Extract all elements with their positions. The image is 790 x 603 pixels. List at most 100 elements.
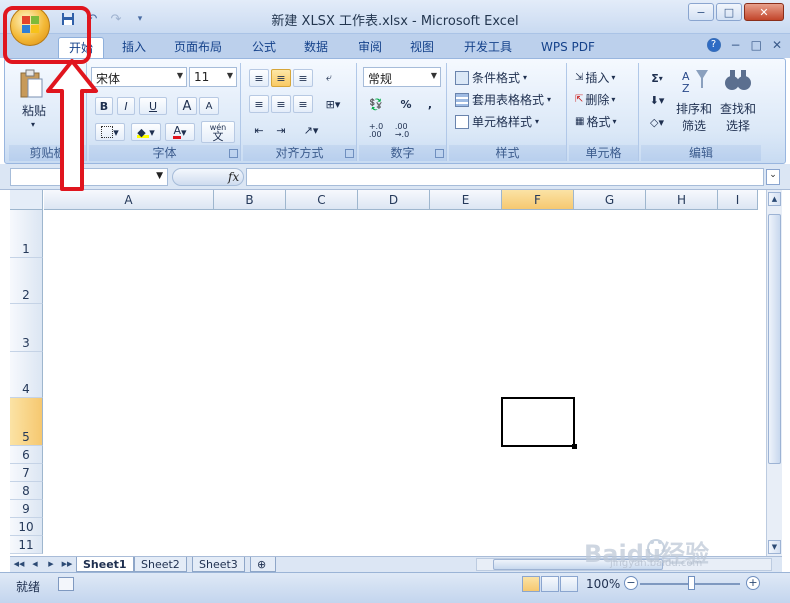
find-select-label[interactable]: 查找和 选择	[715, 101, 761, 135]
merge-center-icon[interactable]: ⊞▾	[319, 95, 347, 113]
column-header[interactable]: I	[718, 190, 758, 210]
row-header[interactable]: 9	[10, 500, 43, 518]
last-sheet-icon[interactable]: ▶▶	[60, 558, 74, 571]
delete-cells-button[interactable]: ⇱ 删除 ▾	[575, 91, 615, 108]
tab-wps-pdf[interactable]: WPS PDF	[531, 37, 605, 58]
font-size-select[interactable]: 11 ▼	[189, 67, 237, 87]
minimize-button[interactable]: −	[688, 3, 714, 21]
active-cell[interactable]	[501, 397, 575, 447]
zoom-slider-thumb[interactable]	[688, 576, 695, 590]
font-launcher-icon[interactable]	[229, 149, 238, 158]
column-header[interactable]: C	[286, 190, 358, 210]
font-color-button[interactable]: A ▾	[165, 123, 195, 141]
prev-sheet-icon[interactable]: ◀	[28, 558, 42, 571]
align-center-icon[interactable]: ≡	[271, 95, 291, 113]
decrease-indent-icon[interactable]: ⇤	[249, 121, 269, 139]
clear-icon[interactable]: ◇▾	[645, 113, 669, 131]
wrap-text-icon[interactable]: ⤶	[319, 69, 339, 87]
page-break-view-icon[interactable]	[560, 576, 578, 592]
row-header[interactable]: 4	[10, 352, 43, 398]
row-header[interactable]: 6	[10, 446, 43, 464]
insert-sheet-icon[interactable]: ⊕	[250, 557, 276, 572]
horizontal-scroll-thumb[interactable]	[493, 559, 663, 570]
ribbon-minimize-button[interactable]: −	[731, 38, 741, 52]
sheet-tab-sheet2[interactable]: Sheet2	[134, 557, 187, 572]
ribbon-close-button[interactable]: ✕	[772, 38, 782, 52]
row-header[interactable]: 3	[10, 304, 43, 352]
row-header[interactable]: 5	[10, 398, 43, 446]
chevron-down-icon[interactable]: ▼	[156, 171, 163, 181]
paste-dropdown-icon[interactable]: ▾	[27, 119, 39, 129]
grow-font-button[interactable]: A	[177, 97, 197, 115]
italic-button[interactable]: I	[117, 97, 135, 115]
number-format-select[interactable]: 常规 ▼	[363, 67, 441, 87]
fill-icon[interactable]: ⬇▾	[645, 91, 669, 109]
zoom-in-icon[interactable]: +	[746, 576, 760, 590]
normal-view-icon[interactable]	[522, 576, 540, 592]
zoom-level[interactable]: 100%	[586, 577, 620, 591]
paste-icon[interactable]	[17, 67, 45, 101]
formula-input[interactable]	[246, 168, 764, 186]
sort-filter-label[interactable]: 排序和 筛选	[671, 101, 717, 135]
sheet-tab-sheet1[interactable]: Sheet1	[76, 557, 134, 572]
column-header[interactable]: H	[646, 190, 718, 210]
help-icon[interactable]: ?	[706, 38, 721, 52]
align-left-icon[interactable]: ≡	[249, 95, 269, 113]
page-layout-view-icon[interactable]	[541, 576, 559, 592]
ribbon-restore-button[interactable]: □	[751, 38, 762, 52]
tab-review[interactable]: 审阅	[348, 37, 392, 58]
conditional-formatting-button[interactable]: 条件格式 ▾	[455, 69, 527, 86]
underline-button[interactable]: U	[139, 97, 167, 115]
row-header[interactable]: 11	[10, 536, 43, 554]
tab-data[interactable]: 数据	[294, 37, 338, 58]
align-right-icon[interactable]: ≡	[293, 95, 313, 113]
row-header[interactable]: 1	[10, 210, 43, 258]
row-header[interactable]: 2	[10, 258, 43, 304]
row-header[interactable]: 7	[10, 464, 43, 482]
close-button[interactable]: ✕	[744, 3, 784, 21]
scroll-up-icon[interactable]: ▲	[768, 192, 781, 206]
macro-record-icon[interactable]	[58, 577, 74, 591]
align-top-icon[interactable]: ≡	[249, 69, 269, 87]
percent-button[interactable]: %	[397, 95, 415, 113]
font-name-select[interactable]: 宋体 ▼	[91, 67, 187, 87]
increase-indent-icon[interactable]: ⇥	[271, 121, 291, 139]
autosum-button[interactable]: Σ ▾	[645, 69, 669, 87]
next-sheet-icon[interactable]: ▶	[44, 558, 58, 571]
currency-icon[interactable]: 💱	[363, 95, 389, 113]
tab-formulas[interactable]: 公式	[242, 37, 286, 58]
cell-styles-button[interactable]: 单元格样式 ▾	[455, 113, 539, 130]
tab-page-layout[interactable]: 页面布局	[164, 37, 232, 58]
insert-function-icon[interactable]: fx	[228, 170, 239, 184]
align-middle-icon[interactable]: ≡	[271, 69, 291, 87]
column-header[interactable]: E	[430, 190, 502, 210]
sort-filter-icon[interactable]: AZ	[679, 65, 711, 95]
tab-insert[interactable]: 插入	[112, 37, 156, 58]
select-all-button[interactable]	[10, 190, 43, 210]
sheet-tab-sheet3[interactable]: Sheet3	[192, 557, 245, 572]
horizontal-scrollbar[interactable]	[476, 558, 772, 571]
column-header[interactable]: A	[44, 190, 214, 210]
maximize-button[interactable]: □	[716, 3, 742, 21]
find-select-icon[interactable]	[723, 65, 753, 95]
fill-handle[interactable]	[572, 444, 577, 449]
number-launcher-icon[interactable]	[435, 149, 444, 158]
align-bottom-icon[interactable]: ≡	[293, 69, 313, 87]
shrink-font-button[interactable]: A	[199, 97, 219, 115]
tab-developer[interactable]: 开发工具	[454, 37, 522, 58]
format-as-table-button[interactable]: 套用表格格式 ▾	[455, 91, 551, 108]
column-header[interactable]: G	[574, 190, 646, 210]
tab-view[interactable]: 视图	[400, 37, 444, 58]
column-header[interactable]: B	[214, 190, 286, 210]
decrease-decimal-button[interactable]: .00 →.0	[389, 121, 415, 141]
alignment-launcher-icon[interactable]	[345, 149, 354, 158]
expand-formula-bar-icon[interactable]: ⌄	[766, 169, 780, 185]
comma-button[interactable]: ,	[421, 95, 439, 113]
insert-cells-button[interactable]: ⇲ 插入 ▾	[575, 69, 615, 86]
column-header[interactable]: F	[502, 190, 574, 210]
vertical-scrollbar[interactable]: ▲ ▼	[766, 190, 782, 556]
zoom-out-icon[interactable]: −	[624, 576, 638, 590]
borders-button[interactable]: ▾	[95, 123, 125, 141]
column-header[interactable]: D	[358, 190, 430, 210]
scroll-down-icon[interactable]: ▼	[768, 540, 781, 554]
